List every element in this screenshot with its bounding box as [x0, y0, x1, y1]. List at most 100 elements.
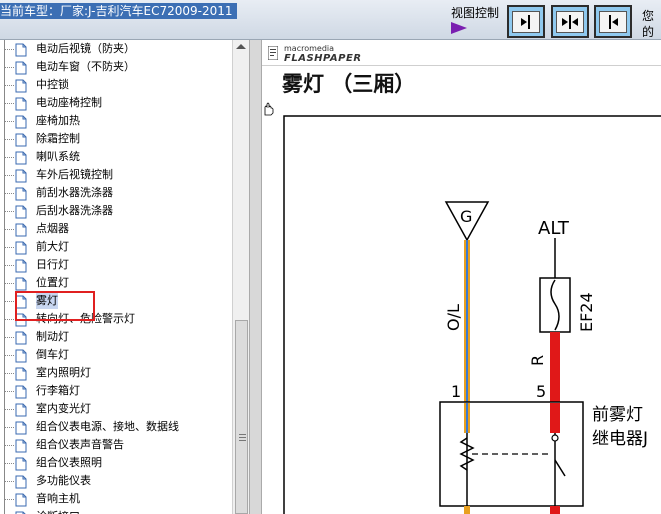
tree-item-label: 电动车窗（不防夹） [36, 60, 135, 73]
wiring-diagram: G O/L ALT EF24 R 1 5 前雾灯 继电器J [283, 115, 661, 514]
tree-item-label: 室内照明灯 [36, 366, 91, 379]
document-icon [15, 151, 27, 165]
selection-highlight-box [15, 291, 95, 321]
view-control-label: 视图控制 [451, 6, 500, 20]
tree-item-label: 后刮水器洗涤器 [36, 204, 113, 217]
pin-left: 1 [451, 382, 461, 401]
document-icon [15, 385, 27, 399]
tree-item-label: 组合仪表声音警告 [36, 438, 124, 451]
split-view-button[interactable] [551, 5, 589, 38]
tree-connector-branch [4, 247, 14, 248]
tree-item-label: 组合仪表照明 [36, 456, 102, 469]
tree-item[interactable]: 喇叭系统 [0, 148, 232, 166]
wire-left-stripe-in-box [466, 403, 468, 433]
tree-item[interactable]: 组合仪表电源、接地、数据线 [0, 418, 232, 436]
power-label: ALT [538, 218, 570, 239]
wire-left-label: O/L [444, 304, 463, 331]
tree-connector-branch [4, 355, 14, 356]
tree-connector-branch [4, 265, 14, 266]
tree-connector-branch [4, 481, 14, 482]
tree-item[interactable]: 位置灯 [0, 274, 232, 292]
tree-connector-branch [4, 445, 14, 446]
tree-item[interactable]: 制动灯 [0, 328, 232, 346]
tree-item[interactable]: 点烟器 [0, 220, 232, 238]
tree-item[interactable]: 室内变光灯 [0, 400, 232, 418]
document-icon [15, 493, 27, 507]
tree-connector-branch [4, 499, 14, 500]
tree-item[interactable]: 除霜控制 [0, 130, 232, 148]
tree-item-label: 多功能仪表 [36, 474, 91, 487]
tree-item[interactable]: 组合仪表照明 [0, 454, 232, 472]
document-icon [15, 367, 27, 381]
document-icon [15, 43, 27, 57]
tree-item[interactable]: 电动车窗（不防夹） [0, 58, 232, 76]
tree-connector-branch [4, 193, 14, 194]
pane-divider[interactable] [249, 40, 262, 514]
tree-connector-branch [4, 229, 14, 230]
tree-item[interactable]: 日行灯 [0, 256, 232, 274]
tree-item-label: 点烟器 [36, 222, 69, 235]
tree-connector-branch [4, 85, 14, 86]
tree-item[interactable]: 电动座椅控制 [0, 94, 232, 112]
triangle-right-icon [451, 22, 467, 34]
expand-left-button[interactable] [594, 5, 632, 38]
tree-item[interactable]: 倒车灯 [0, 346, 232, 364]
tree-item-label: 日行灯 [36, 258, 69, 271]
tree-scrollbar[interactable] [232, 40, 249, 514]
tree-item[interactable]: 诊断接口 [0, 508, 232, 514]
tree-connector-line [4, 508, 5, 514]
tree-connector-branch [4, 139, 14, 140]
ground-label: G [460, 207, 472, 226]
tree-item-label: 座椅加热 [36, 114, 80, 127]
wire-right-in-box [550, 403, 560, 433]
document-icon [15, 187, 27, 201]
wiring-tree: 电动后视镜（防夹） 电动车窗（不防夹） 中控锁 电动座椅控制座椅加热除霜控制 喇叭系统车… [0, 40, 232, 514]
tree-item[interactable]: 中控锁 [0, 76, 232, 94]
tree-item[interactable]: 室内照明灯 [0, 364, 232, 382]
tree-connector-branch [4, 175, 14, 176]
tree-connector-branch [4, 49, 14, 50]
scrollbar-thumb[interactable] [235, 320, 248, 514]
tree-item[interactable]: 前大灯 [0, 238, 232, 256]
tree-item[interactable]: 多功能仪表 [0, 472, 232, 490]
tree-item-label: 倒车灯 [36, 348, 69, 361]
arrow-left-icon [609, 14, 618, 29]
grip-line [239, 437, 246, 438]
document-icon [15, 97, 27, 111]
document-icon [15, 457, 27, 471]
tree-connector-branch [4, 391, 14, 392]
scroll-up-arrow-icon[interactable] [236, 44, 246, 49]
tree-item[interactable]: 前刮水器洗涤器 [0, 184, 232, 202]
user-info-line1: 您的 [642, 9, 655, 39]
tree-item[interactable]: 组合仪表声音警告 [0, 436, 232, 454]
tree-connector-branch [4, 337, 14, 338]
grip-line [239, 434, 246, 435]
document-viewer: macromedia FLASHPAPER 雾灯 （三厢） G O/L ALT … [262, 40, 661, 514]
document-icon [15, 277, 27, 291]
document-icon [15, 133, 27, 147]
document-icon [15, 241, 27, 255]
tree-item[interactable]: 车外后视镜控制 [0, 166, 232, 184]
document-icon [15, 439, 27, 453]
tree-connector-branch [4, 67, 14, 68]
tree-connector-branch [4, 409, 14, 410]
relay-label-line1: 前雾灯 [592, 405, 643, 425]
tree-item[interactable]: 行李箱灯 [0, 382, 232, 400]
expand-right-button[interactable] [507, 5, 545, 38]
top-bar: 当前车型：厂家:J-吉利汽车EC72009-2011 视图控制 您的 [0, 0, 661, 55]
fuse-label: EF24 [577, 292, 596, 332]
tree-item-label: 电动后视镜（防夹） [36, 42, 135, 55]
tree-item[interactable]: 电动后视镜（防夹） [0, 40, 232, 58]
tree-connector-branch [4, 211, 14, 212]
arrow-right-icon [521, 14, 530, 29]
pin-right: 5 [536, 382, 546, 401]
tree-item[interactable]: 音响主机 [0, 490, 232, 508]
tree-item-label: 前刮水器洗涤器 [36, 186, 113, 199]
split-arrows-icon [562, 14, 578, 29]
tree-connector-branch [4, 157, 14, 158]
grip-line [239, 440, 246, 441]
tree-item[interactable]: 座椅加热 [0, 112, 232, 130]
tree-item[interactable]: 后刮水器洗涤器 [0, 202, 232, 220]
document-icon [15, 169, 27, 183]
document-icon [15, 61, 27, 75]
